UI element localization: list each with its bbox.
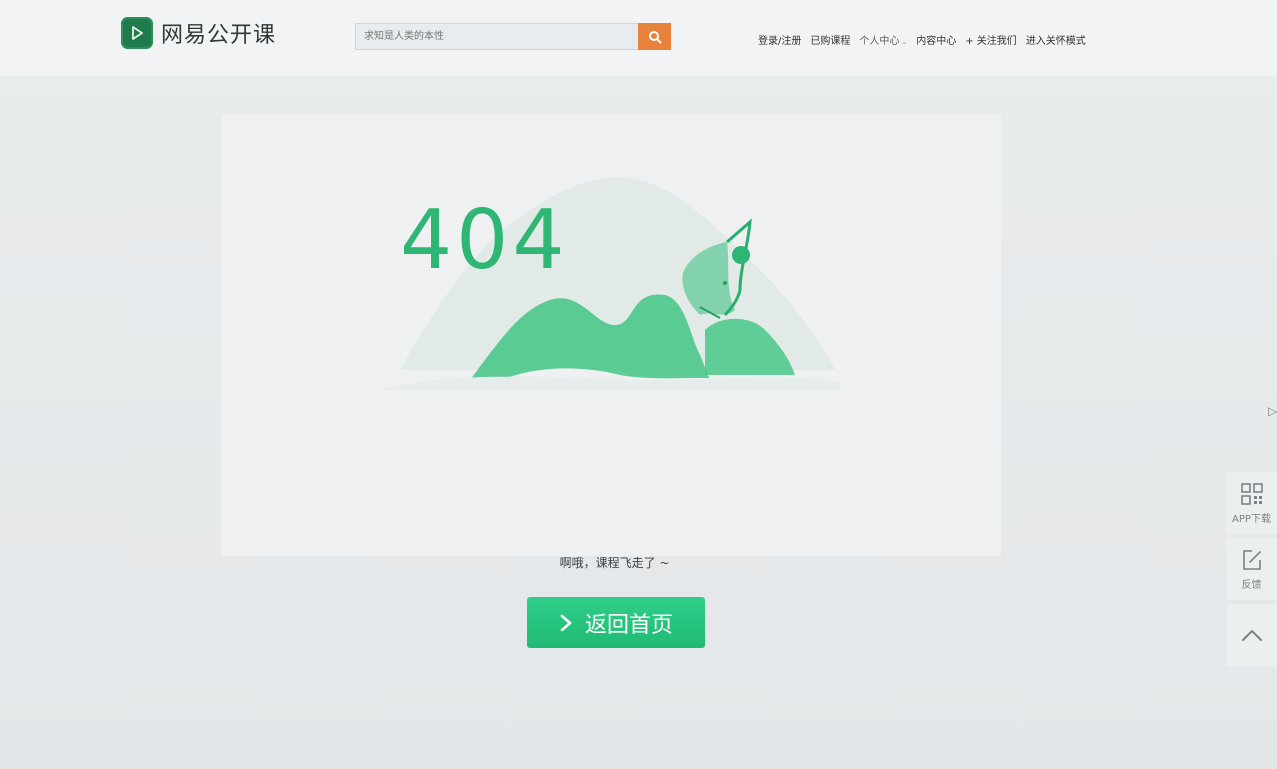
back-to-top-button[interactable] <box>1226 604 1277 666</box>
side-rail: APP下载 反馈 <box>1226 472 1277 670</box>
search-icon <box>648 30 661 43</box>
back-home-label: 返回首页 <box>584 612 673 638</box>
nav-personal-label: 个人中心 <box>859 36 900 47</box>
nav-care-mode[interactable]: 进入关怀模式 <box>1026 32 1086 47</box>
chevron-up-icon <box>1241 630 1262 641</box>
edit-icon <box>1242 549 1261 570</box>
top-nav: 登录/注册 已购课程 个人中心 ⌄ 内容中心 + 关注我们 进入关怀模式 <box>758 32 1086 47</box>
search-input[interactable] <box>355 23 638 50</box>
app-download-button[interactable]: APP下载 <box>1226 472 1277 534</box>
qr-code-icon <box>1240 482 1263 505</box>
play-icon <box>121 17 153 49</box>
error-page: 网易公开课 登录/注册 已购课程 个人中心⌄ 内容中心 + 关注我们 进入关怀模… <box>0 0 1277 769</box>
error-message: 啊哦，课程飞走了 ~ <box>559 556 670 570</box>
nav-follow-us[interactable]: + 关注我们 <box>965 32 1017 47</box>
site-header: 网易公开课 登录/注册 已购课程 个人中心⌄ 内容中心 + 关注我们 进入关怀模… <box>0 0 1277 76</box>
search-bar <box>355 23 671 50</box>
logo-text: 网易公开课 <box>161 23 277 48</box>
feedback-label: 反馈 <box>1241 579 1262 591</box>
app-download-label: APP下载 <box>1232 513 1271 525</box>
chevron-right-icon <box>560 614 572 631</box>
play-icon[interactable]: ▷ <box>1268 404 1277 418</box>
nav-purchased[interactable]: 已购课程 <box>810 32 850 47</box>
chevron-down-icon: ⌄ <box>901 38 908 46</box>
error-code: 404 <box>400 193 569 288</box>
nav-personal-center[interactable]: 个人中心 ⌄ <box>859 32 907 47</box>
site-logo[interactable]: 网易公开课 <box>121 17 276 49</box>
search-button[interactable] <box>638 23 671 50</box>
nav-login[interactable]: 登录/注册 <box>758 32 801 47</box>
feedback-button[interactable]: 反馈 <box>1226 538 1277 600</box>
back-home-button[interactable]: 返回首页 <box>527 597 705 648</box>
nav-content-center[interactable]: 内容中心 <box>916 32 956 47</box>
